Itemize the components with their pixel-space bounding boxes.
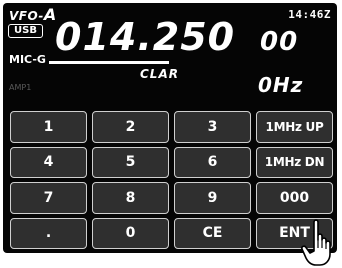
key-1mhz-up[interactable]: 1MHz UP	[256, 111, 333, 143]
frequency-main: 014.250	[55, 15, 236, 59]
key-4[interactable]: 4	[10, 146, 87, 178]
key-000[interactable]: 000	[256, 182, 333, 214]
mic-gain-bar	[49, 61, 169, 64]
key-dot[interactable]: .	[10, 217, 87, 249]
clar-label: CLAR	[140, 67, 179, 81]
key-3[interactable]: 3	[174, 111, 251, 143]
keypad: 1 2 3 1MHz UP 4 5 6 1MHz DN 7 8 9 000 . …	[10, 111, 333, 249]
mode-badge[interactable]: USB	[8, 24, 43, 38]
key-5[interactable]: 5	[92, 146, 169, 178]
key-1[interactable]: 1	[10, 111, 87, 143]
clar-value: 0Hz	[258, 73, 304, 97]
key-7[interactable]: 7	[10, 182, 87, 214]
key-8[interactable]: 8	[92, 182, 169, 214]
vfo-prefix: VFO-	[9, 9, 44, 23]
key-9[interactable]: 9	[174, 182, 251, 214]
mic-gain-label: MIC-G	[9, 53, 46, 66]
key-1mhz-dn[interactable]: 1MHz DN	[256, 146, 333, 178]
vfo-indicator[interactable]: VFO-A	[9, 5, 57, 24]
hand-pointer-icon	[301, 219, 331, 266]
radio-screen: VFO-A USB MIC-G 14:46Z 014.250 00 CLAR 0…	[0, 0, 342, 268]
amp-label: AMP1	[9, 83, 32, 92]
frequency-sub: 00	[260, 27, 299, 57]
key-ce[interactable]: CE	[174, 217, 251, 249]
key-0[interactable]: 0	[92, 217, 169, 249]
display-panel: VFO-A USB MIC-G 14:46Z 014.250 00 CLAR 0…	[3, 3, 337, 253]
key-6[interactable]: 6	[174, 146, 251, 178]
clock: 14:46Z	[288, 8, 331, 21]
key-2[interactable]: 2	[92, 111, 169, 143]
